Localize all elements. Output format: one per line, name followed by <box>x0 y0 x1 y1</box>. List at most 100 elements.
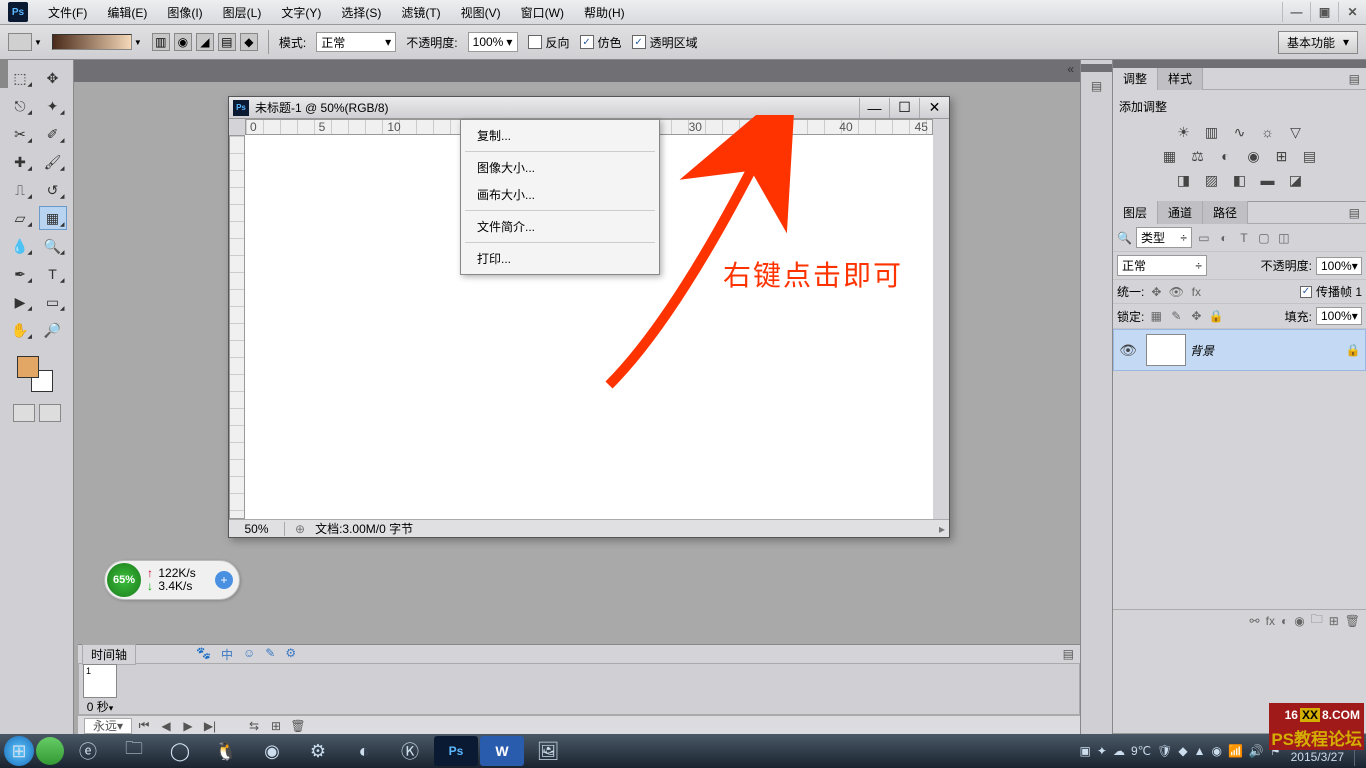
eyedropper-tool-icon[interactable]: ✐◢ <box>39 122 67 146</box>
menu-select[interactable]: 选择(S) <box>331 1 391 24</box>
network-monitor-widget[interactable]: 65% ↑ 122K/s ↓ 3.4K/s + <box>104 560 240 600</box>
transparency-checkbox[interactable]: ✓ <box>632 35 646 49</box>
tool-preset-dropdown-icon[interactable]: ▼ <box>34 38 42 47</box>
opacity-input[interactable]: 100%▾ <box>468 32 518 52</box>
tray-icon-1[interactable]: ▣ <box>1080 744 1091 758</box>
app-minimize-button[interactable]: — <box>1282 2 1310 22</box>
frame-delay[interactable]: 0 秒▾ <box>83 698 117 715</box>
document-maximize-button[interactable]: ☐ <box>889 98 919 118</box>
scrollbar-right-icon[interactable]: ▸ <box>939 522 945 536</box>
layer-lock-icon[interactable]: 🔒 <box>1341 343 1365 357</box>
unify-position-icon[interactable]: ✥ <box>1148 285 1164 299</box>
menu-file[interactable]: 文件(F) <box>38 1 97 24</box>
start-button-icon[interactable]: ⊞ <box>4 736 34 766</box>
proof-icon[interactable]: ⊕ <box>295 522 305 536</box>
styles-tab[interactable]: 样式 <box>1158 67 1203 90</box>
channel-mixer-icon[interactable]: ⊞ <box>1272 147 1292 165</box>
propagate-checkbox[interactable]: ✓ <box>1300 286 1312 298</box>
edit-standard-mode-icon[interactable] <box>13 404 35 422</box>
channels-tab[interactable]: 通道 <box>1158 201 1203 224</box>
blend-mode-select[interactable]: 正常▾ <box>316 32 396 52</box>
layer-item-background[interactable]: 👁 背景 🔒 <box>1113 329 1366 371</box>
pen-tool-icon[interactable]: ✒◢ <box>6 262 34 286</box>
rectangle-shape-tool-icon[interactable]: ▭◢ <box>39 290 67 314</box>
document-titlebar[interactable]: Ps 未标题-1 @ 50%(RGB/8) — ☐ ✕ <box>229 97 949 119</box>
brightness-contrast-icon[interactable]: ☀ <box>1174 123 1194 141</box>
taskbar-app-6-icon[interactable]: ◉ <box>250 736 294 766</box>
edit-icon[interactable]: ✎ <box>265 646 275 663</box>
lock-image-icon[interactable]: ✎ <box>1168 309 1184 323</box>
new-fill-adjust-icon[interactable]: ◉ <box>1294 614 1304 628</box>
path-selection-tool-icon[interactable]: ▶◢ <box>6 290 34 314</box>
layer-style-icon[interactable]: fx <box>1266 614 1275 628</box>
timeline-frame-thumb[interactable]: 1 <box>83 664 117 698</box>
menu-layer[interactable]: 图层(L) <box>213 1 272 24</box>
color-swatches[interactable] <box>17 356 57 396</box>
layer-blend-mode-select[interactable]: 正常÷ <box>1117 255 1207 276</box>
network-add-icon[interactable]: + <box>215 571 233 589</box>
curves-icon[interactable]: ∿ <box>1230 123 1250 141</box>
document-close-button[interactable]: ✕ <box>919 98 949 118</box>
gradient-reflected-icon[interactable]: ▤ <box>218 33 236 51</box>
dither-checkbox[interactable]: ✓ <box>580 35 594 49</box>
marquee-tool-icon[interactable]: ⬚◢ <box>6 66 34 90</box>
hue-saturation-icon[interactable]: ▦ <box>1160 147 1180 165</box>
timeline-tab[interactable]: 时间轴 <box>82 644 136 665</box>
panel-menu-icon[interactable]: ▤ <box>1343 72 1366 86</box>
taskbar-image-viewer-icon[interactable]: 🖼 <box>526 736 570 766</box>
taskbar-photoshop-icon[interactable]: Ps <box>434 736 478 766</box>
tray-icon-5[interactable]: ◆ <box>1178 744 1187 758</box>
tray-icon-6[interactable]: ▲ <box>1194 744 1206 758</box>
layer-opacity-input[interactable]: 100%▾ <box>1316 257 1362 275</box>
new-group-icon[interactable]: 🗀 <box>1311 610 1323 631</box>
gradient-dropdown-icon[interactable]: ▼ <box>134 38 142 47</box>
gradient-map-icon[interactable]: ▬ <box>1258 171 1278 189</box>
unify-visibility-icon[interactable]: 👁 <box>1168 285 1184 299</box>
gradient-diamond-icon[interactable]: ◆ <box>240 33 258 51</box>
new-layer-icon[interactable]: ⊞ <box>1329 614 1339 628</box>
lock-position-icon[interactable]: ✥ <box>1188 309 1204 323</box>
tween-icon[interactable]: ⇆ <box>244 718 264 734</box>
filter-smart-icon[interactable]: ◫ <box>1276 231 1292 245</box>
blur-tool-icon[interactable]: 💧◢ <box>6 234 34 258</box>
next-frame-icon[interactable]: ▶| <box>200 718 220 734</box>
prev-frame-icon[interactable]: ◀ <box>156 718 176 734</box>
paths-tab[interactable]: 路径 <box>1203 201 1248 224</box>
exposure-icon[interactable]: ☼ <box>1258 123 1278 141</box>
document-info[interactable]: 文档:3.00M/0 字节 <box>315 520 413 537</box>
taskbar-ie-icon[interactable]: ⓔ <box>66 736 110 766</box>
color-balance-icon[interactable]: ⚖ <box>1188 147 1208 165</box>
app-maximize-button[interactable]: ▣ <box>1310 2 1338 22</box>
layer-fill-input[interactable]: 100%▾ <box>1316 307 1362 325</box>
levels-icon[interactable]: ▥ <box>1202 123 1222 141</box>
delete-layer-icon[interactable]: 🗑 <box>1345 614 1360 628</box>
paw-icon[interactable]: 🐾 <box>196 646 211 663</box>
eraser-tool-icon[interactable]: ▱◢ <box>6 206 34 230</box>
tray-weather-icon[interactable]: ☁ <box>1113 744 1125 758</box>
emoji-icon[interactable]: ☺ <box>243 646 255 663</box>
history-brush-tool-icon[interactable]: ↺◢ <box>39 178 67 202</box>
context-canvas-size[interactable]: 画布大小... <box>461 181 659 208</box>
menu-image[interactable]: 图像(I) <box>157 1 212 24</box>
foreground-color-swatch[interactable] <box>17 356 39 378</box>
tray-temperature[interactable]: 9℃ <box>1131 744 1151 758</box>
move-tool-icon[interactable]: ✥ <box>39 66 67 90</box>
tray-icon-7[interactable]: ◉ <box>1211 744 1221 758</box>
menu-view[interactable]: 视图(V) <box>451 1 511 24</box>
context-image-size[interactable]: 图像大小... <box>461 154 659 181</box>
color-lookup-icon[interactable]: ▤ <box>1300 147 1320 165</box>
menu-window[interactable]: 窗口(W) <box>511 1 574 24</box>
taskbar-app-1-icon[interactable] <box>36 737 64 765</box>
document-minimize-button[interactable]: — <box>859 98 889 118</box>
hand-tool-icon[interactable]: ✋◢ <box>6 318 34 342</box>
context-duplicate[interactable]: 复制... <box>461 122 659 149</box>
spot-healing-tool-icon[interactable]: ✚◢ <box>6 150 34 174</box>
filter-shape-icon[interactable]: ▢ <box>1256 231 1272 245</box>
menu-filter[interactable]: 滤镜(T) <box>391 1 450 24</box>
menu-type[interactable]: 文字(Y) <box>271 1 331 24</box>
filter-type-icon[interactable]: T <box>1236 231 1252 245</box>
gradient-radial-icon[interactable]: ◉ <box>174 33 192 51</box>
tab-strip-collapse-icon[interactable]: « <box>1061 60 1080 82</box>
gear-icon[interactable]: ⚙ <box>285 646 296 663</box>
filter-adjustment-icon[interactable]: ◐ <box>1216 231 1232 245</box>
